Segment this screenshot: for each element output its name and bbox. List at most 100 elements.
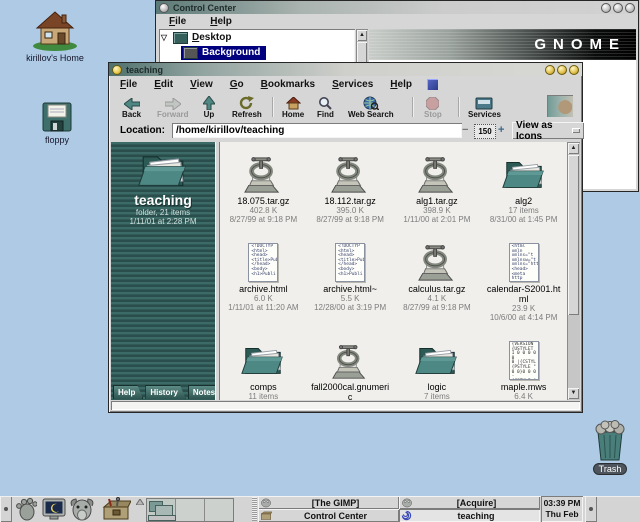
file-size: 4.1 K [428,294,447,303]
forward-button[interactable]: Forward [157,94,189,119]
desktop-icon-floppy[interactable]: floppy [22,100,92,145]
file-item[interactable]: alg2 17 items 8/31/00 at 1:45 PM [480,142,567,230]
file-item[interactable]: <!DOCTYP <html> <head> <title>Publ </hea… [220,230,307,328]
clock-applet[interactable]: 03:39 PM Thu Feb 22 [541,496,583,522]
icon-view: 18.075.tar.gz 402.8 K 8/27/99 at 9:18 PM… [220,142,567,400]
view-mode-select[interactable]: View as Icons [512,122,584,139]
minimize-button[interactable] [545,65,555,75]
up-button[interactable]: Up [203,94,215,119]
file-item[interactable]: <html xmln xmlns="t xmlnsw="t xmlns="htt… [480,230,567,328]
file-manager-menubar: File Edit View Go Bookmarks Services Hel… [110,76,581,93]
task-control-center[interactable]: Control Center [258,509,399,522]
view-mode-value: View as Icons [516,120,572,142]
minimize-button[interactable] [601,3,611,13]
file-item[interactable]: <!DOCTYP <html> <head> <title>Publ </hea… [307,230,394,328]
trash-icon [590,420,630,462]
file-date: 1/11/01 at 11:20 AM [228,303,298,312]
back-button[interactable]: Back [122,94,141,119]
control-center-titlebar[interactable]: Control Center [156,1,638,14]
gimp-launcher[interactable] [69,497,95,521]
menu-help[interactable]: Help [388,78,414,91]
tab-history[interactable]: History [145,385,186,399]
menu-bookmarks[interactable]: Bookmarks [259,78,317,91]
maple-file-icon: {VERSION {USTYLET 1 0 0 0 0 0 0 |{CSTYL … [509,341,539,380]
file-manager-titlebar[interactable]: teaching [109,63,582,76]
folder-icon [501,154,547,194]
expander-icon[interactable]: ▽ [159,33,169,42]
applet-handle-icon[interactable] [136,499,144,505]
desk-guide-applet[interactable] [146,498,234,522]
close-button[interactable] [569,65,579,75]
menu-view[interactable]: View [188,78,215,91]
close-button[interactable] [625,3,635,13]
selected-row[interactable]: Background [181,46,266,60]
desktop-category-icon [173,32,188,44]
scroll-up-icon[interactable]: ▲ [357,30,367,41]
find-button[interactable]: Find [317,94,334,119]
menu-file[interactable]: File [118,78,139,91]
stop-button[interactable]: Stop [424,94,442,119]
file-item[interactable]: calculus.tar.gz 4.1 K 8/27/99 at 9:18 PM [394,230,481,328]
file-item[interactable]: 18.112.tar.gz 395.0 K 8/27/99 at 9:18 PM [307,142,394,230]
menu-services[interactable]: Services [330,78,375,91]
menu-go[interactable]: Go [228,78,246,91]
panel-hide-button-left[interactable] [0,496,12,522]
tasklist-handle[interactable] [252,497,257,521]
workspace-1[interactable] [147,499,176,521]
configuration-launcher[interactable] [99,497,133,521]
zoom-out-icon[interactable]: − [462,124,468,136]
main-menu-button[interactable] [13,497,39,521]
scroll-up-icon[interactable]: ▲ [568,143,579,154]
refresh-button[interactable]: Refresh [232,94,262,119]
file-name: 18.112.tar.gz [324,196,375,206]
task-acquire[interactable]: [Acquire] [399,496,540,509]
tree-item-desktop[interactable]: ▽ Desktop [159,30,355,45]
desktop-icon-home[interactable]: kirillov's Home [20,6,90,63]
file-item[interactable]: comps 11 items 1/10/01 at 11:25 [220,328,307,400]
file-name: maple.mws [501,382,547,392]
view-scrollbar[interactable]: ▲ ▼ [567,142,580,400]
menubar-badge-icon [427,79,438,90]
file-size: 398.9 K [423,206,451,215]
task-the-gimp[interactable]: [The GIMP] [258,496,399,509]
home-button[interactable]: Home [282,94,304,119]
tab-notes[interactable]: Notes [188,385,215,399]
desktop-icon-trash[interactable]: Trash [575,420,640,475]
file-name: calendar-S2001.html [484,284,564,304]
file-item[interactable]: fall2000cal.gnumeric 4.8 K [307,328,394,400]
panel-hide-button-right[interactable] [585,496,597,522]
menu-edit[interactable]: Edit [152,78,175,91]
scroll-down-icon[interactable]: ▼ [568,388,579,399]
file-item[interactable]: 18.075.tar.gz 402.8 K 8/27/99 at 9:18 PM [220,142,307,230]
web-search-button[interactable]: Web Search [348,94,394,119]
workspace-2[interactable] [176,499,205,521]
menu-file[interactable]: File [167,15,188,28]
throbber-icon [547,95,573,117]
file-name: calculus.tar.gz [408,284,465,294]
maximize-button[interactable] [557,65,567,75]
file-item[interactable]: alg1.tar.gz 398.9 K 1/11/00 at 2:01 PM [394,142,481,230]
file-size: 5.5 K [341,294,360,303]
file-size: 11 items [249,392,279,400]
services-button[interactable]: Services [468,94,501,119]
tree-item-background[interactable]: Background [159,45,355,60]
scrollbar-thumb[interactable] [568,155,579,315]
zoom-in-icon[interactable]: + [498,124,504,136]
task-teaching[interactable]: teaching [399,509,540,522]
menu-help[interactable]: Help [208,15,234,28]
floppy-icon [40,100,74,134]
window-menu-icon[interactable] [159,3,169,13]
html-file-icon: <!DOCTYP <html> <head> <title>Publ </hea… [335,243,365,282]
file-item[interactable]: logic 7 items today at 2:55 PM [394,328,481,400]
zoom-level[interactable]: 150 [474,124,496,139]
tab-help[interactable]: Help [113,385,143,399]
file-size: 395.0 K [336,206,364,215]
maximize-button[interactable] [613,3,623,13]
window-menu-icon[interactable] [112,65,122,75]
workspace-3[interactable] [205,499,233,521]
sidebar-folder-title: teaching [111,192,215,208]
location-input[interactable] [172,123,462,138]
screensaver-launcher[interactable] [41,497,67,521]
file-item[interactable]: {VERSION {USTYLET 1 0 0 0 0 0 0 |{CSTYL … [480,328,567,400]
folder-icon [414,340,460,380]
